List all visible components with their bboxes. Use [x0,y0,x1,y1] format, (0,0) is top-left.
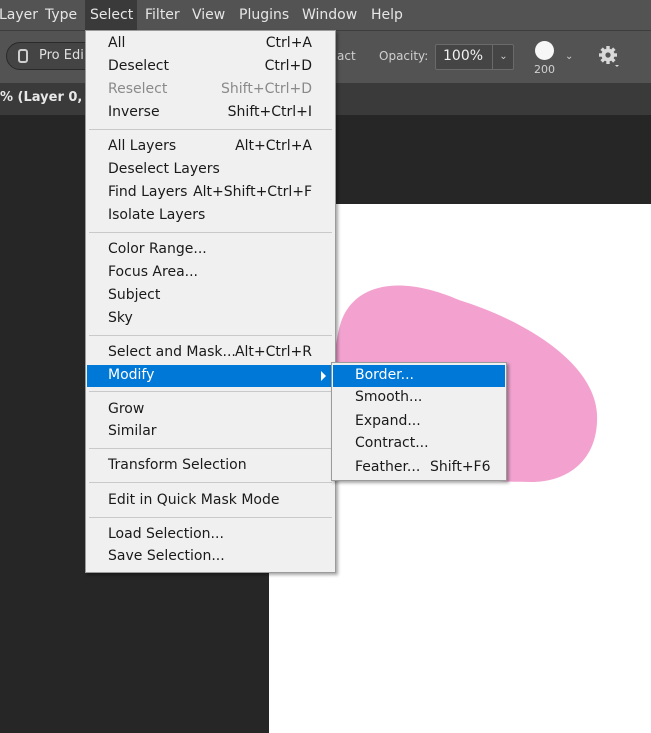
submenu-item-smooth[interactable]: Smooth... [333,387,505,409]
menu-item-label: Border... [355,367,415,383]
menu-item-label: Feather... [355,459,421,475]
menu-item-color-range[interactable]: Color Range... [87,239,334,261]
menu-item-label: Subject [108,287,161,303]
menu-divider [89,517,332,518]
menu-item-label: Select and Mask... [108,344,236,360]
menu-item-label: Similar [108,423,157,439]
menu-help[interactable]: Help [366,0,408,30]
select-menu-dropdown: All Ctrl+A Deselect Ctrl+D Reselect Shift+C… [85,30,336,573]
menu-item-inverse[interactable]: Inverse Shift+Ctrl+I [87,102,334,124]
submenu-item-contract[interactable]: Contract... [333,433,505,455]
shortcut-label: Ctrl+D [264,58,312,74]
shortcut-label: Shift+Ctrl+I [227,104,312,120]
shortcut-label: Alt+Shift+Ctrl+F [193,184,312,200]
submenu-item-expand[interactable]: Expand... [333,411,505,433]
chevron-down-icon[interactable]: ⌄ [565,51,573,62]
menu-view[interactable]: View [187,0,230,30]
brush-size-value: 200 [534,63,555,76]
menu-item-label: Color Range... [108,241,207,257]
shortcut-label: Alt+Ctrl+A [235,138,312,154]
submenu-arrow-icon [321,371,326,381]
menu-divider [89,391,332,392]
menu-item-label: Expand... [355,413,421,429]
menu-item-subject[interactable]: Subject [87,285,334,307]
menu-item-label: Modify [108,367,155,383]
submenu-item-border[interactable]: Border... [333,365,505,387]
menu-item-reselect: Reselect Shift+Ctrl+D [87,79,334,101]
menu-select[interactable]: Select [85,0,137,30]
menu-divider [89,448,332,449]
menu-item-save-selection[interactable]: Save Selection... [87,546,334,568]
menu-divider [89,335,332,336]
partial-option-label: act [337,49,356,63]
brush-preset-icon [18,49,28,63]
menu-item-load-selection[interactable]: Load Selection... [87,524,334,546]
brush-tip-icon[interactable] [535,41,554,60]
chevron-down-icon[interactable]: ⌄ [492,44,514,70]
menu-item-modify[interactable]: Modify [87,365,334,387]
menu-item-label: Reselect [108,81,168,97]
menu-item-deselect-layers[interactable]: Deselect Layers [87,159,334,181]
menu-item-grow[interactable]: Grow [87,399,334,421]
shortcut-label: Ctrl+A [265,35,312,51]
menu-item-label: Inverse [108,104,160,120]
menu-item-label: Grow [108,401,145,417]
submenu-item-feather[interactable]: Feather... Shift+F6 [333,457,505,479]
preset-label: Pro Edi [39,48,84,63]
menu-item-label: Find Layers [108,184,188,200]
menu-plugins[interactable]: Plugins [234,0,294,30]
opacity-label: Opacity: [379,49,429,63]
menu-item-label: All Layers [108,138,177,154]
modify-submenu: Border... Smooth... Expand... Contract..… [331,362,507,481]
menu-item-deselect[interactable]: Deselect Ctrl+D [87,56,334,78]
menu-divider [89,482,332,483]
menu-item-label: Load Selection... [108,526,224,542]
menu-item-isolate-layers[interactable]: Isolate Layers [87,205,334,227]
menu-item-transform-selection[interactable]: Transform Selection [87,455,334,477]
menu-item-label: Save Selection... [108,548,225,564]
menu-item-select-and-mask[interactable]: Select and Mask... Alt+Ctrl+R [87,342,334,364]
menu-item-quick-mask[interactable]: Edit in Quick Mask Mode [87,490,334,512]
shortcut-label: Alt+Ctrl+R [234,344,312,360]
opacity-field[interactable]: 100% ⌄ [435,44,514,70]
shortcut-label: Shift+F6 [430,459,491,475]
opacity-value[interactable]: 100% [443,48,483,64]
menu-item-label: Transform Selection [108,457,247,473]
menu-item-label: Focus Area... [108,264,199,280]
menu-item-label: Deselect [108,58,169,74]
menu-item-label: Deselect Layers [108,161,220,177]
menu-divider [89,232,332,233]
menu-item-all-layers[interactable]: All Layers Alt+Ctrl+A [87,136,334,158]
menu-layer[interactable]: Layer [0,0,43,30]
menu-item-label: Sky [108,310,133,326]
menu-item-find-layers[interactable]: Find Layers Alt+Shift+Ctrl+F [87,182,334,204]
menu-item-similar[interactable]: Similar [87,421,334,443]
menu-item-sky[interactable]: Sky [87,308,334,330]
menu-item-all[interactable]: All Ctrl+A [87,33,334,55]
gear-icon[interactable] [598,45,622,69]
menu-window[interactable]: Window [297,0,362,30]
menu-item-focus-area[interactable]: Focus Area... [87,262,334,284]
menu-item-label: Edit in Quick Mask Mode [108,492,280,508]
menu-item-label: Smooth... [355,389,423,405]
menu-bar: Layer Type Select Filter View Plugins Wi… [0,0,651,30]
menu-filter[interactable]: Filter [140,0,185,30]
menu-item-label: Contract... [355,435,429,451]
menu-item-label: Isolate Layers [108,207,206,223]
shortcut-label: Shift+Ctrl+D [221,81,312,97]
menu-type[interactable]: Type [40,0,82,30]
menu-divider [89,129,332,130]
menu-item-label: All [108,35,126,51]
